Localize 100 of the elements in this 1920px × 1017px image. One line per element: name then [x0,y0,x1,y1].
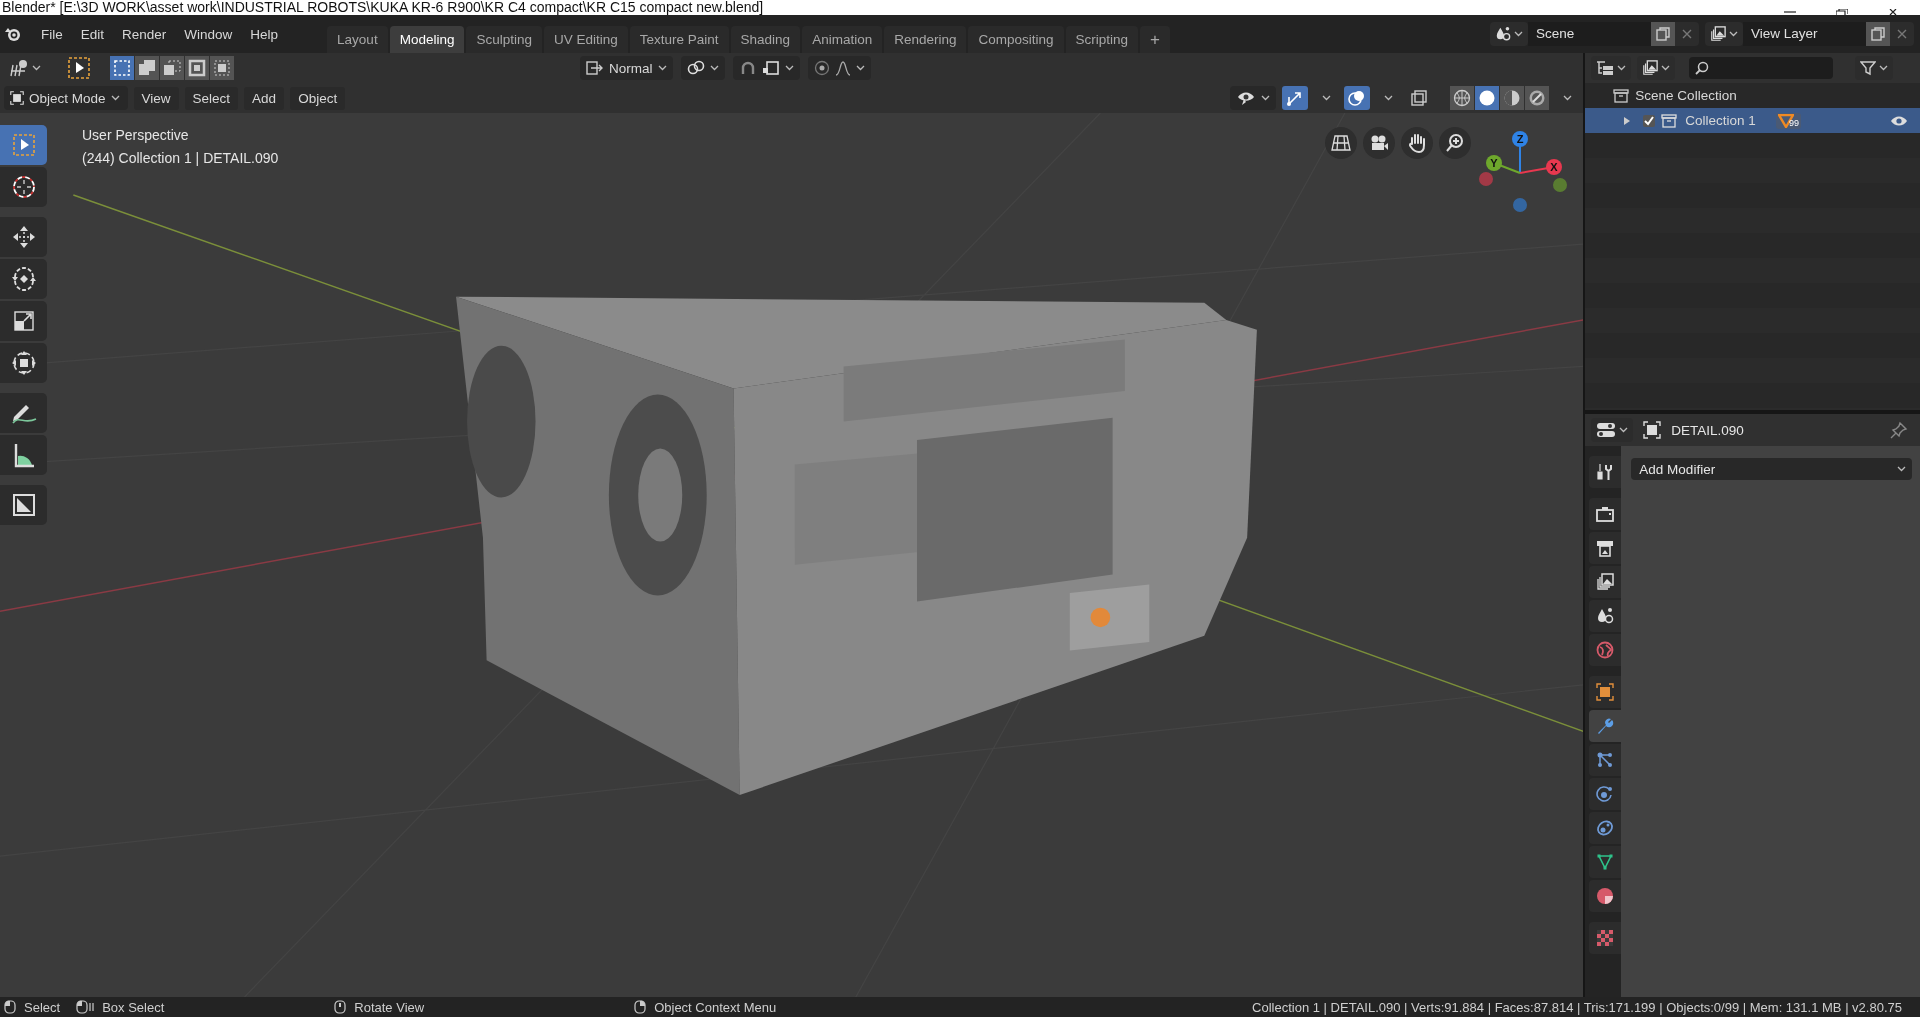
blender-logo-icon[interactable] [4,26,22,42]
outliner-row[interactable]: Collection 1 99 [1585,108,1920,133]
mode-dropdown[interactable]: Object Mode [4,86,128,110]
hand-icon [1407,133,1427,153]
menu-item[interactable]: File [32,22,72,46]
transform-orientation-dropdown[interactable]: Normal [580,56,673,80]
shading-mode-button[interactable] [1450,86,1475,110]
add-workspace-button[interactable]: + [1140,26,1170,53]
add-cube-tool[interactable] [0,485,47,525]
movie-camera-icon [1369,134,1389,152]
move-tool[interactable] [0,217,47,257]
world-tab[interactable] [1589,634,1622,666]
overlays-toggle[interactable] [1344,86,1371,110]
delete-view-layer-button[interactable] [1890,22,1914,46]
workspace-tab[interactable]: Texture Paint [629,26,729,53]
selection-mode-button[interactable] [160,56,184,80]
view-layer-tab[interactable] [1589,566,1622,598]
selection-mode-button[interactable] [210,56,234,80]
delete-scene-button[interactable] [1675,22,1699,46]
mesh-data-tab[interactable] [1589,846,1622,878]
view-layer-filter-dropdown[interactable] [1637,56,1676,80]
axis-ball[interactable] [1486,155,1502,171]
search-field[interactable] [1689,57,1834,79]
texture-tab[interactable] [1589,922,1622,954]
shading-mode-button[interactable] [1475,86,1500,110]
view-layer-selector[interactable] [1705,22,1743,46]
editor-type-button[interactable] [1591,418,1634,442]
output-tab[interactable] [1589,532,1622,564]
measure-tool[interactable] [0,435,47,475]
selection-mode-button[interactable] [185,56,209,80]
cursor-tool[interactable] [0,167,47,207]
axis-ball[interactable] [1546,159,1562,175]
toggle-switches-icon [1596,422,1617,438]
globe-icon [1596,641,1615,659]
outliner-item[interactable]: Scene Collection [1635,88,1737,103]
orientation-value: Normal [609,60,653,76]
viewport-menu[interactable]: Object [290,86,346,110]
collapsed-arrow-icon[interactable] [1623,116,1632,125]
axis-label: X [1550,161,1558,173]
material-tab[interactable] [1589,880,1622,912]
restore-icon[interactable] [1836,9,1848,15]
scene-selector[interactable] [1490,22,1528,46]
new-view-layer-button[interactable] [1866,22,1890,46]
new-scene-button[interactable] [1651,22,1675,46]
select-box-tool[interactable] [0,125,47,165]
eye-icon[interactable] [1890,114,1908,127]
gizmo-toggle[interactable] [1282,86,1309,110]
active-tool-button[interactable] [66,55,92,81]
minimize-icon[interactable] [1784,9,1796,15]
selection-mode-button[interactable] [135,56,159,80]
close-icon [1682,29,1692,39]
workspace-tab[interactable]: UV Editing [544,26,628,53]
workspace-tab[interactable]: Compositing [968,26,1064,53]
workspace-tab[interactable]: Rendering [884,26,967,53]
scene-tab[interactable] [1589,600,1622,632]
workspace-tab[interactable]: Animation [802,26,883,53]
workspace-tab[interactable]: Layout [327,26,388,53]
view-layer-name-field[interactable]: View Layer [1743,22,1866,46]
pin-icon[interactable] [1890,421,1908,439]
menu-item[interactable]: Help [241,22,288,46]
selection-mode-button[interactable] [110,56,134,80]
viewport-menu[interactable]: Select [184,86,239,110]
select-box-icon [11,133,36,157]
caret-icon [1383,95,1393,101]
scene-name-field[interactable]: Scene [1528,22,1651,46]
object-tab[interactable] [1589,676,1622,708]
annotate-tool[interactable] [0,393,47,433]
add-modifier-dropdown[interactable]: Add Modifier [1631,458,1912,480]
tool-tab[interactable] [1589,456,1622,488]
display-mode-dropdown[interactable] [1591,56,1632,80]
constraints-tab[interactable] [1589,812,1622,844]
shaded-sphere-icon [1596,887,1615,905]
menu-item[interactable]: Edit [71,22,114,46]
shading-mode-button[interactable] [1525,86,1550,110]
particles-tab[interactable] [1589,744,1622,776]
workspace-tab[interactable]: Scripting [1065,26,1139,53]
menu-item[interactable]: Render [113,22,176,46]
transform-tool[interactable] [0,343,47,383]
workspace-tab[interactable]: Shading [730,26,801,53]
modifiers-tab[interactable] [1589,710,1622,742]
square-object-icon [10,91,24,105]
render-tab[interactable] [1589,498,1622,530]
pivot-point-dropdown[interactable] [680,56,725,80]
viewport-menu[interactable]: Add [244,86,285,110]
workspace-tab[interactable]: Modeling [389,26,465,53]
mesh-count-badge[interactable]: 99 [1775,112,1801,129]
filter-dropdown[interactable] [1855,56,1894,80]
shading-mode-button[interactable] [1500,86,1525,110]
proportional-editing-group[interactable] [807,56,871,80]
physics-tab[interactable] [1589,778,1622,810]
scale-tool[interactable] [0,301,47,341]
checkbox[interactable] [1643,114,1656,127]
axis-ball[interactable] [1512,131,1528,147]
viewport-menu[interactable]: View [133,86,179,110]
visibility-dropdown[interactable] [1230,86,1277,110]
caret-icon [110,95,120,101]
snap-group[interactable] [732,56,800,80]
rotate-tool[interactable] [0,259,47,299]
workspace-tab[interactable]: Sculpting [466,26,542,53]
menu-item[interactable]: Window [175,22,242,46]
